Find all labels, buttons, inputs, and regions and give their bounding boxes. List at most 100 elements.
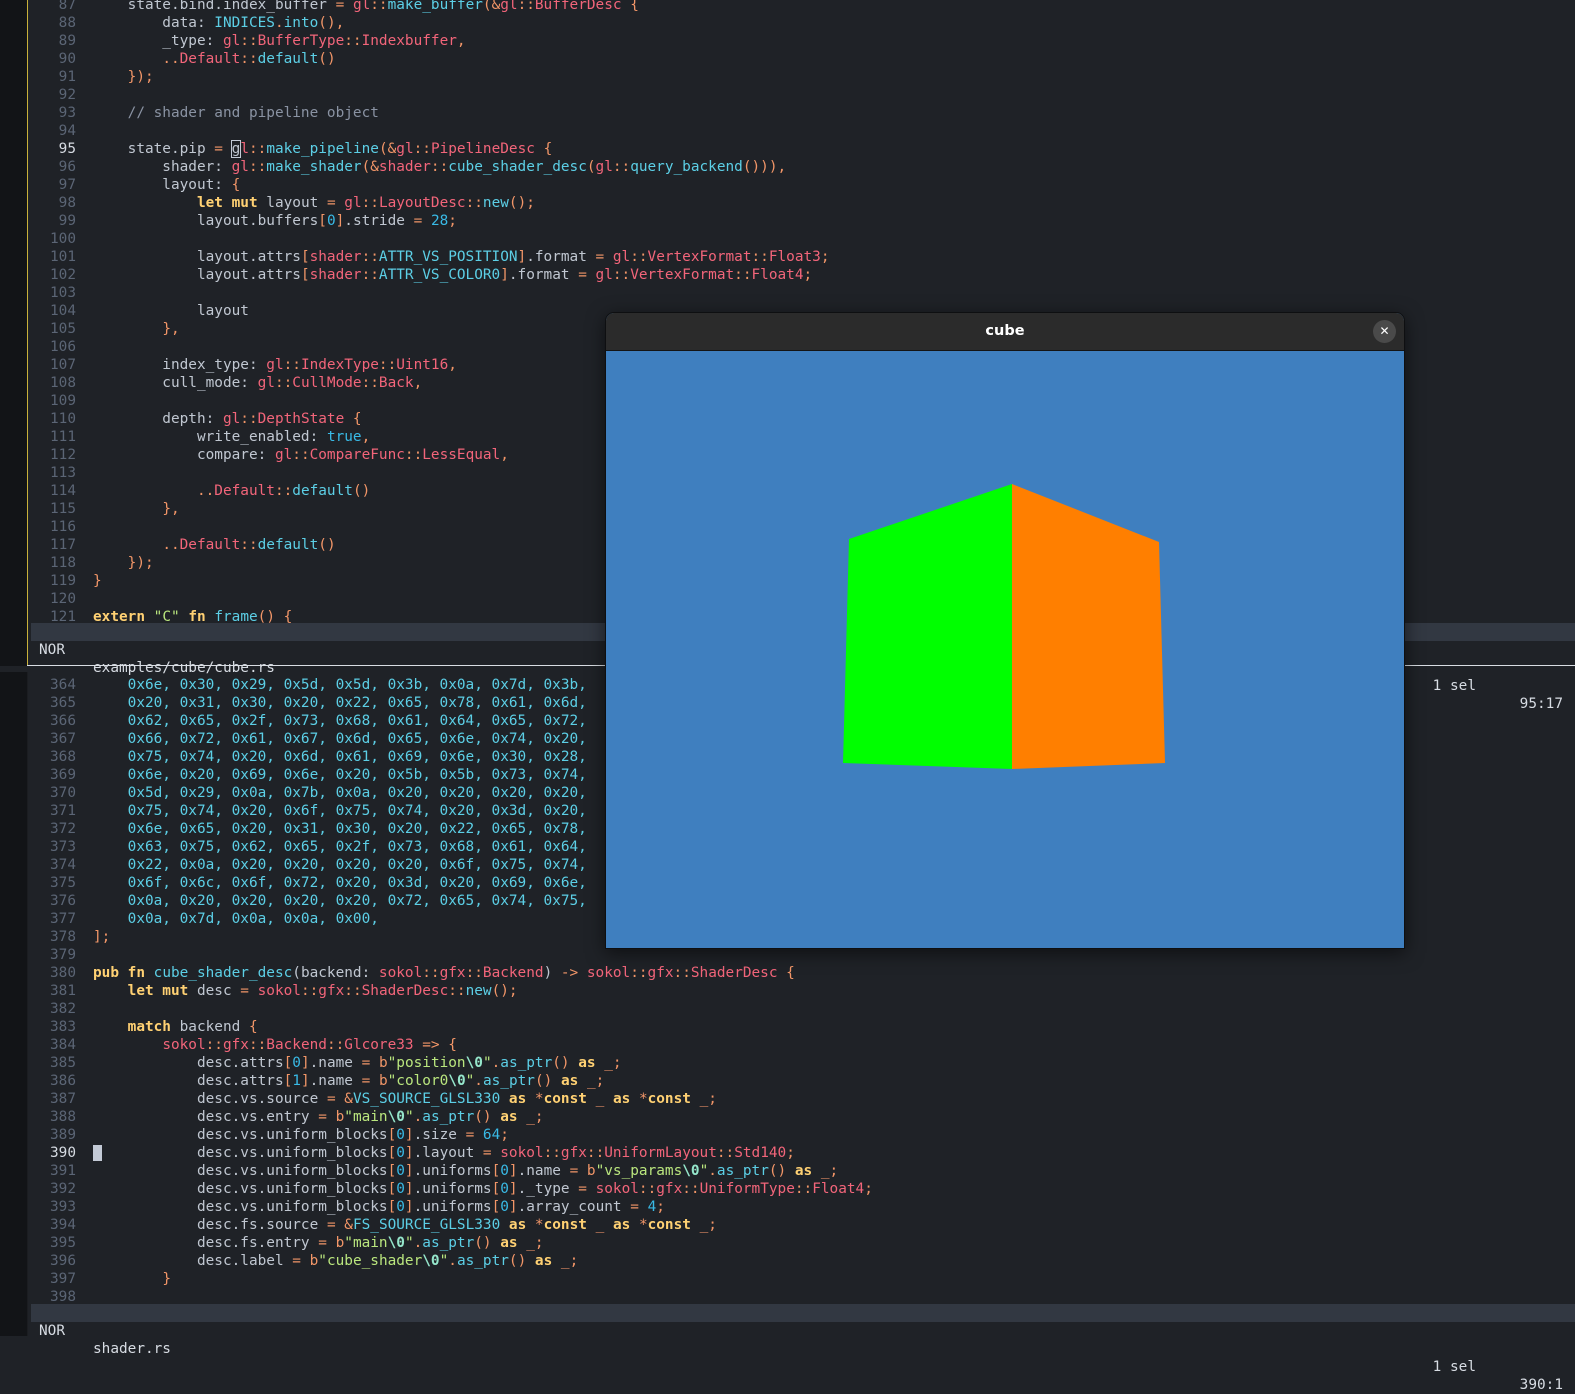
code-line[interactable]: 91 }); [31,68,1575,86]
code-line[interactable]: 390 desc.vs.uniform_blocks[0].layout = s… [31,1144,1575,1162]
line-number: 88 [58,15,76,31]
code-token: :: [794,1181,813,1197]
code-token: b [586,1163,596,1179]
code-line[interactable]: 380 pub fn cube_shader_desc(backend: soko… [31,964,1575,982]
line-number: 87 [58,0,76,13]
code-text: shader: gl::make_shader(&shader::cube_sh… [93,158,786,176]
code-line[interactable]: 99 layout.buffers[0].stride = 28; [31,212,1575,230]
code-line[interactable]: 386 desc.attrs[1].name = b"color0\0".as_… [31,1072,1575,1090]
code-line[interactable]: 389 desc.vs.uniform_blocks[0].size = 64; [31,1126,1575,1144]
code-token: [ [491,1163,501,1179]
code-token: :: [378,357,397,373]
code-line[interactable]: 384 sokol::gfx::Backend::Glcore33 => { [31,1036,1575,1054]
code-token: :: [361,195,379,211]
code-line[interactable]: 90 ..Default::default() [31,50,1575,68]
code-line[interactable]: 388 desc.vs.entry = b"main\0".as_ptr() a… [31,1108,1575,1126]
line-number: 93 [58,105,76,121]
code-line[interactable]: 96 shader: gl::make_shader(&shader::cube… [31,158,1575,176]
code-token: :: [240,33,258,49]
code-line[interactable]: 94 [31,122,1575,140]
code-line[interactable]: 97 layout: { [31,176,1575,194]
code-line[interactable]: 385 desc.attrs[0].name = b"position\0".a… [31,1054,1575,1072]
line-number: 377 [50,911,76,927]
line-number: 118 [50,555,76,571]
window-titlebar[interactable]: cube ✕ [606,313,1404,351]
code-token: -> [560,965,579,981]
code-line[interactable]: 89 _type: gl::BufferType::Indexbuffer, [31,32,1575,50]
bottom-pane-left-bar [0,672,28,1336]
code-token: = [569,1163,579,1179]
code-token: = [361,1055,371,1071]
code-token: = [578,1181,587,1197]
code-line[interactable]: 100 [31,230,1575,248]
code-line[interactable]: 398 [31,1288,1575,1301]
code-line[interactable]: 394 desc.fs.source = &FS_SOURCE_GLSL330 … [31,1216,1575,1234]
code-line[interactable]: 87 state.bind.index_buffer = gl::make_bu… [31,0,1575,14]
code-text: depth: gl::DepthState { [93,410,361,428]
code-text: desc.vs.source = &VS_SOURCE_GLSL330 as *… [93,1090,717,1108]
code-line[interactable]: 387 desc.vs.source = &VS_SOURCE_GLSL330 … [31,1090,1575,1108]
file-path: examples/cube/cube.rs [93,660,275,676]
code-line[interactable]: 98 let mut layout = gl::LayoutDesc::new(… [31,194,1575,212]
code-line[interactable]: 391 desc.vs.uniform_blocks[0].uniforms[0… [31,1162,1575,1180]
code-text: desc.fs.entry = b"main\0".as_ptr() as _; [93,1234,544,1252]
code-token: depth: [93,411,223,427]
line-number: 384 [50,1037,76,1053]
code-token: new [465,983,492,999]
code-token: :: [751,249,769,265]
line-number: 381 [50,983,76,999]
code-token: const [647,1091,691,1107]
code-line[interactable]: 103 [31,284,1575,302]
render-viewport[interactable] [606,351,1404,948]
code-token: _; [820,1163,839,1179]
code-line[interactable]: 392 desc.vs.uniform_blocks[0].uniforms[0… [31,1180,1575,1198]
code-token: .array_count [517,1199,631,1215]
code-token: "main [344,1235,388,1251]
code-line[interactable]: 101 layout.attrs[shader::ATTR_VS_POSITIO… [31,248,1575,266]
selection-count: 1 sel [1432,1359,1476,1375]
code-line[interactable]: 397 } [31,1270,1575,1288]
code-token: :: [543,1145,561,1161]
code-line[interactable]: 95 state.pip = gl::make_pipeline(&gl::Pi… [31,140,1575,158]
code-token: :: [422,965,440,981]
code-token: .. [162,537,180,553]
code-token: (); [508,195,535,211]
code-line[interactable]: 381 let mut desc = sokol::gfx::ShaderDes… [31,982,1575,1000]
line-number: 385 [50,1055,76,1071]
code-token: } [93,573,102,589]
code-token: VertexFormat [647,249,752,265]
code-token: 0 [326,213,336,229]
code-line[interactable]: 393 desc.vs.uniform_blocks[0].uniforms[0… [31,1198,1575,1216]
line-number: 97 [58,177,76,193]
code-token: 0x62, 0x65, 0x2f, 0x73, 0x68, 0x61, 0x64… [93,713,587,729]
code-token: * [534,1091,544,1107]
code-line[interactable]: 93 // shader and pipeline object [31,104,1575,122]
code-line[interactable]: 88 data: INDICES.into(), [31,14,1575,32]
code-line[interactable]: 382 [31,1000,1575,1018]
code-line[interactable]: 396 desc.label = b"cube_shader\0".as_ptr… [31,1252,1575,1270]
code-token: Float4 [751,267,804,283]
code-token: :: [586,1145,605,1161]
code-line[interactable]: 395 desc.fs.entry = b"main\0".as_ptr() a… [31,1234,1575,1252]
code-text: let mut desc = sokol::gfx::ShaderDesc::n… [93,982,518,1000]
code-line[interactable]: 92 [31,86,1575,104]
cube-render [606,351,1404,948]
line-number: 366 [50,713,76,729]
code-line[interactable]: 383 match backend { [31,1018,1575,1036]
code-token: [ [387,1145,397,1161]
bottom-statusline: NOR shader.rs 1 sel 390:1 [31,1304,1575,1393]
code-token: _ [595,1091,605,1107]
code-token: :: [517,0,535,13]
close-icon[interactable]: ✕ [1373,320,1396,343]
code-line[interactable]: 102 layout.attrs[shader::ATTR_VS_COLOR0]… [31,266,1575,284]
code-token: BufferType [257,33,345,49]
code-token: , [500,447,509,463]
code-token: _; [604,1055,622,1071]
cube-window[interactable]: cube ✕ [605,312,1405,949]
